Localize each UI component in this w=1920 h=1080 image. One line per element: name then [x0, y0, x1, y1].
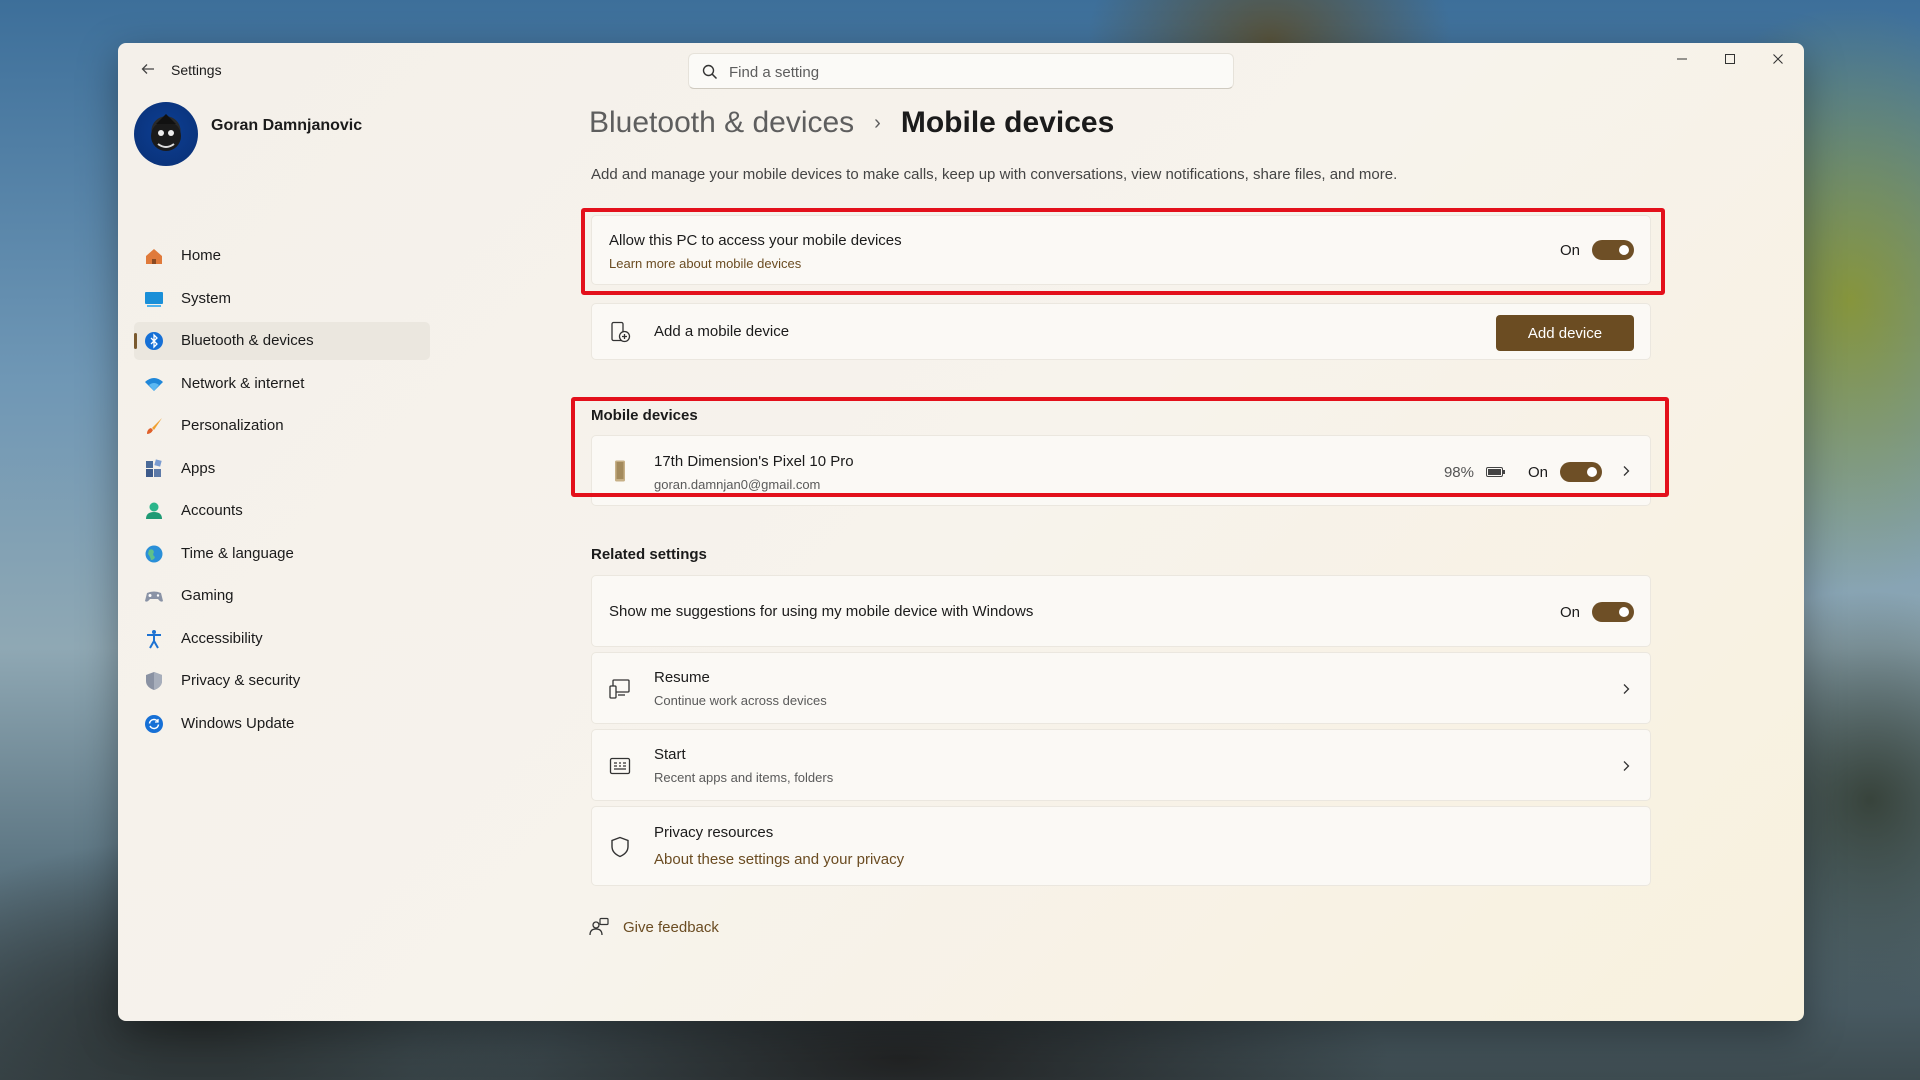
sidebar-item-label: Bluetooth & devices	[181, 332, 314, 349]
add-device-button[interactable]: Add device	[1496, 315, 1634, 351]
highlight-box	[581, 208, 1665, 295]
maximize-button[interactable]	[1706, 43, 1754, 75]
settings-window: Settings Goran Damnjanovic Home	[118, 43, 1804, 1021]
start-card[interactable]: Start Recent apps and items, folders	[591, 729, 1651, 801]
resume-title: Resume	[654, 669, 710, 686]
privacy-resources-title: Privacy resources	[654, 824, 774, 841]
globe-icon	[145, 545, 163, 562]
sidebar-item-label: Network & internet	[181, 374, 305, 392]
resume-card[interactable]: Resume Continue work across devices	[591, 652, 1651, 724]
sidebar-item-label: Privacy & security	[181, 672, 301, 689]
sidebar-item-label: Gaming	[181, 587, 234, 604]
breadcrumb-parent-link[interactable]: Bluetooth & devices	[589, 106, 854, 140]
resume-subtitle: Continue work across devices	[654, 693, 827, 708]
sidebar-item-label: System	[181, 289, 232, 307]
brush-icon	[147, 418, 162, 434]
suggestions-toggle-group: On	[1560, 602, 1634, 622]
sidebar-item-label: Apps	[181, 459, 216, 477]
search-box[interactable]	[688, 53, 1234, 89]
accounts-icon	[146, 502, 162, 519]
sidebar-item-label: Accessibility	[181, 629, 263, 647]
feedback-icon	[589, 917, 609, 936]
sidebar-item-network-internet[interactable]: Network & internet	[134, 365, 430, 403]
related-settings-heading: Related settings	[591, 546, 707, 563]
minimize-button[interactable]	[1658, 43, 1706, 75]
sidebar-nav: Home System Bluetooth & devices Network …	[134, 237, 430, 747]
suggestions-card: Show me suggestions for using my mobile …	[591, 575, 1651, 647]
search-input[interactable]	[729, 59, 1219, 85]
sidebar-item-accessibility[interactable]: Accessibility	[134, 620, 430, 658]
start-menu-icon	[609, 757, 631, 775]
page-title: Mobile devices	[900, 106, 1115, 139]
highlight-box	[571, 397, 1669, 497]
breadcrumb-separator: ›	[874, 111, 881, 134]
chevron-right-icon[interactable]	[1620, 683, 1632, 695]
breadcrumb: Bluetooth & devices › Mobile devices	[589, 106, 1114, 140]
sidebar-item-label: Time & language	[181, 544, 294, 562]
search-icon	[702, 64, 718, 80]
sidebar-item-label: Home	[181, 247, 222, 264]
shield-icon	[146, 672, 162, 690]
user-name: Goran Damnjanovic	[211, 117, 363, 134]
title-bar: Settings	[118, 43, 1804, 97]
start-title: Start	[654, 746, 686, 763]
add-device-card: Add a mobile device Add device	[591, 303, 1651, 360]
privacy-resources-card: Privacy resources About these settings a…	[591, 806, 1651, 886]
apps-icon	[146, 458, 162, 477]
bluetooth-icon	[145, 332, 163, 350]
app-title: Settings	[171, 62, 222, 78]
shield-outline-icon	[611, 836, 629, 858]
sidebar-item-label: Windows Update	[181, 714, 295, 732]
give-feedback-label: Give feedback	[623, 918, 719, 936]
back-button[interactable]	[136, 59, 160, 83]
start-subtitle: Recent apps and items, folders	[654, 770, 834, 785]
accessibility-icon	[147, 629, 161, 648]
sidebar-item-system[interactable]: System	[134, 280, 430, 318]
give-feedback-link[interactable]: Give feedback	[589, 917, 719, 937]
maximize-icon	[1725, 54, 1735, 64]
sidebar-item-time-language[interactable]: Time & language	[134, 535, 430, 573]
sidebar-item-windows-update[interactable]: Windows Update	[134, 705, 430, 743]
avatar-image	[151, 114, 181, 151]
update-icon	[145, 714, 163, 733]
toggle-state-label: On	[1559, 603, 1580, 621]
sidebar-item-home[interactable]: Home	[134, 237, 430, 275]
sidebar-item-bluetooth-devices[interactable]: Bluetooth & devices	[134, 322, 430, 360]
suggestions-label: Show me suggestions for using my mobile …	[609, 603, 1034, 620]
sidebar-item-personalization[interactable]: Personalization	[134, 407, 430, 445]
suggestions-toggle[interactable]	[1592, 602, 1634, 622]
chevron-right-icon[interactable]	[1620, 760, 1632, 772]
sidebar-item-accounts[interactable]: Accounts	[134, 492, 430, 530]
sidebar-item-apps[interactable]: Apps	[134, 450, 430, 488]
page-description: Add and manage your mobile devices to ma…	[591, 166, 1398, 183]
back-arrow-icon	[141, 64, 154, 74]
wifi-icon	[145, 377, 163, 391]
gamepad-icon	[145, 591, 163, 602]
resume-icon	[609, 679, 630, 699]
sidebar-item-privacy-security[interactable]: Privacy & security	[134, 662, 430, 700]
avatar[interactable]	[134, 102, 198, 166]
sidebar-item-label: Accounts	[181, 502, 243, 519]
minimize-icon	[1677, 58, 1687, 60]
sidebar-item-label: Personalization	[181, 417, 284, 434]
sidebar-item-gaming[interactable]: Gaming	[134, 577, 430, 615]
add-phone-icon	[611, 321, 631, 343]
system-icon	[145, 291, 163, 307]
add-device-label: Add a mobile device	[654, 323, 790, 340]
privacy-link[interactable]: About these settings and your privacy	[654, 851, 904, 868]
home-icon	[146, 249, 162, 264]
close-icon	[1773, 54, 1783, 64]
close-button[interactable]	[1754, 43, 1802, 75]
